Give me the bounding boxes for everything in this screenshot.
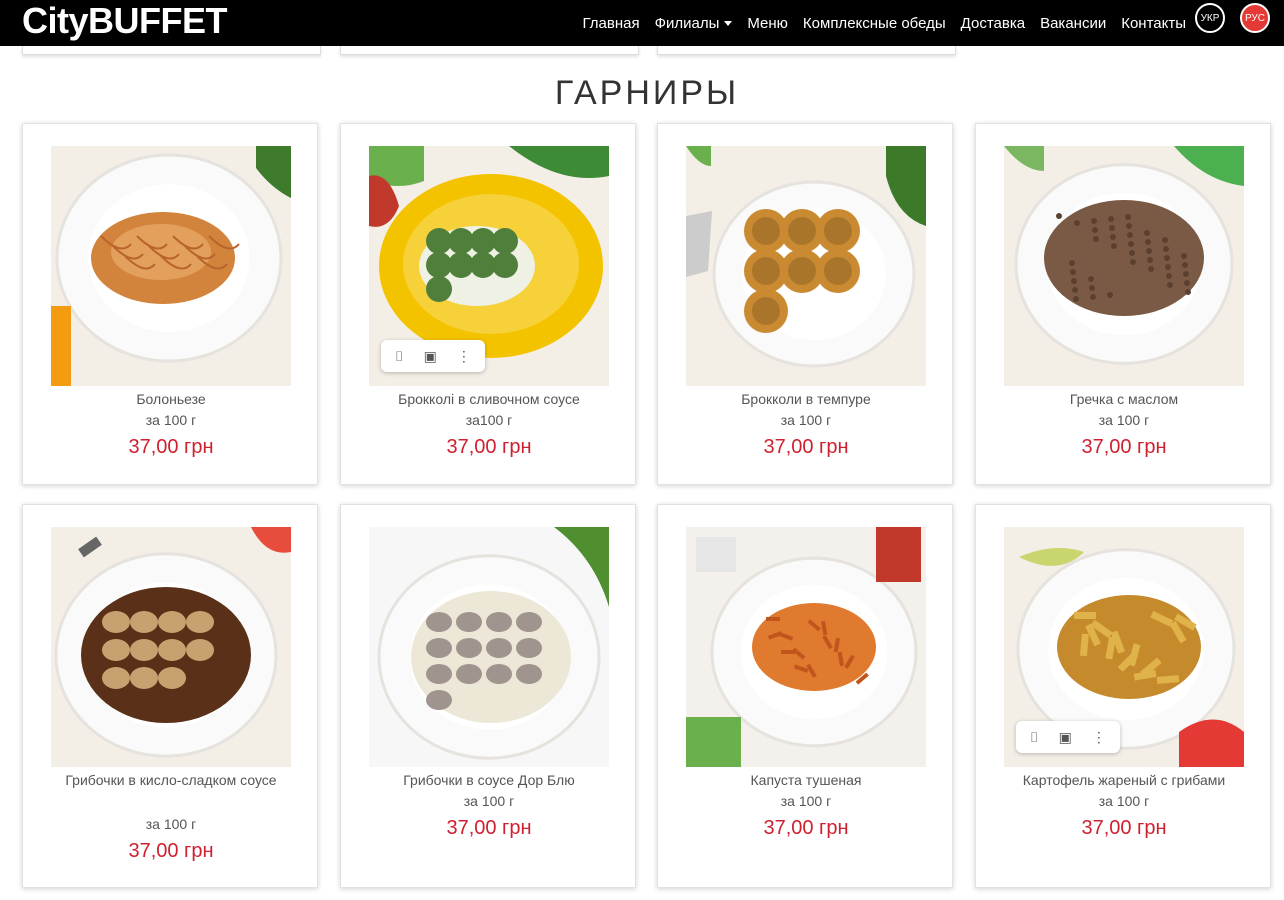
product-card[interactable]: Брокколи в темпуре за 100 г 37,00 грн xyxy=(657,123,953,485)
nav-branches-label: Филиалы xyxy=(654,14,720,32)
lang-rus-button[interactable]: РУС xyxy=(1240,3,1270,33)
section-title: ГАРНИРЫ xyxy=(554,74,740,112)
caret-down-icon xyxy=(724,21,733,27)
product-price: 37,00 грн xyxy=(128,436,214,458)
product-image[interactable] xyxy=(369,527,609,767)
nav-menu[interactable]: Меню xyxy=(747,15,788,32)
product-price: 37,00 грн xyxy=(446,817,532,839)
site-logo[interactable]: CityBUFFET xyxy=(22,1,228,41)
product-card[interactable]: Грибочки в соусе Дор Блю за 100 г 37,00 гр… xyxy=(340,504,636,888)
product-image[interactable] xyxy=(686,146,926,386)
product-name[interactable]: Грибочки в соусе Дор Блю xyxy=(351,770,627,791)
previous-card-bottom xyxy=(657,46,956,55)
nav-delivery[interactable]: Доставка xyxy=(961,15,1025,32)
product-weight: за100 г xyxy=(465,412,513,428)
product-price: 37,00 грн xyxy=(763,817,849,839)
nav-home[interactable]: Главная xyxy=(582,15,639,32)
product-image[interactable] xyxy=(51,146,291,386)
product-weight: за 100 г xyxy=(145,412,197,428)
product-name[interactable]: Грибочки в кисло-сладком соусе xyxy=(33,770,309,791)
product-weight: за 100 г xyxy=(1098,793,1150,809)
product-name[interactable]: Болоньезе xyxy=(33,389,309,410)
product-image[interactable] xyxy=(1004,146,1244,386)
lang-ukr-button[interactable]: УКР xyxy=(1195,3,1225,33)
product-weight: за 100 г xyxy=(463,793,515,809)
bookmark-icon[interactable]: ⌷ xyxy=(395,348,403,365)
product-image[interactable] xyxy=(686,527,926,767)
product-card[interactable]: Капуста тушеная за 100 г 37,00 грн xyxy=(657,504,953,888)
product-weight: за 100 г xyxy=(145,816,197,832)
product-name[interactable]: Гречка с маслом xyxy=(986,389,1262,410)
camera-icon[interactable]: ▣ xyxy=(424,348,437,365)
camera-icon[interactable]: ▣ xyxy=(1059,729,1072,746)
product-name[interactable]: Капуста тушеная xyxy=(668,770,944,791)
product-weight: за 100 г xyxy=(780,793,832,809)
nav-contacts[interactable]: Контакты xyxy=(1121,15,1186,32)
more-vertical-icon[interactable]: ⋮ xyxy=(1092,729,1106,746)
product-weight: за 100 г xyxy=(1098,412,1150,428)
product-weight: за 100 г xyxy=(780,412,832,428)
product-price: 37,00 грн xyxy=(1081,436,1167,458)
nav-lunches[interactable]: Комплексные обеды xyxy=(803,15,946,32)
product-price: 37,00 грн xyxy=(128,840,214,862)
main-nav: Главная Филиалы Меню Комплексные обеды Д… xyxy=(582,0,1186,46)
nav-branches[interactable]: Филиалы xyxy=(655,15,733,32)
product-name[interactable]: Брокколі в сливочном соусе xyxy=(351,389,627,410)
image-action-toolbar: ⌷ ▣ ⋮ xyxy=(381,340,485,372)
product-name[interactable]: Брокколи в темпуре xyxy=(668,389,944,410)
product-card[interactable]: Грибочки в кисло-сладком соусе за 100 г 37… xyxy=(22,504,318,888)
product-card[interactable]: Гречка с маслом за 100 г 37,00 грн xyxy=(975,123,1271,485)
product-price: 37,00 грн xyxy=(1081,817,1167,839)
product-price: 37,00 грн xyxy=(763,436,849,458)
product-price: 37,00 грн xyxy=(446,436,532,458)
product-card[interactable]: Болоньезе за 100 г 37,00 грн xyxy=(22,123,318,485)
nav-vacancies[interactable]: Вакансии xyxy=(1040,15,1106,32)
previous-card-bottom xyxy=(22,46,321,55)
top-navbar: CityBUFFET Главная Филиалы Меню Комплекс… xyxy=(0,0,1284,46)
product-name[interactable]: Картофель жареный с грибами xyxy=(986,770,1262,791)
product-card[interactable]: Брокколі в сливочном соусе за100 г 37,00 г… xyxy=(340,123,636,485)
product-card[interactable]: Картофель жареный с грибами за 100 г 37,00… xyxy=(975,504,1271,888)
product-image[interactable] xyxy=(51,527,291,767)
previous-card-bottom xyxy=(340,46,639,55)
more-vertical-icon[interactable]: ⋮ xyxy=(457,348,471,365)
image-action-toolbar: ⌷ ▣ ⋮ xyxy=(1016,721,1120,753)
bookmark-icon[interactable]: ⌷ xyxy=(1030,729,1038,746)
